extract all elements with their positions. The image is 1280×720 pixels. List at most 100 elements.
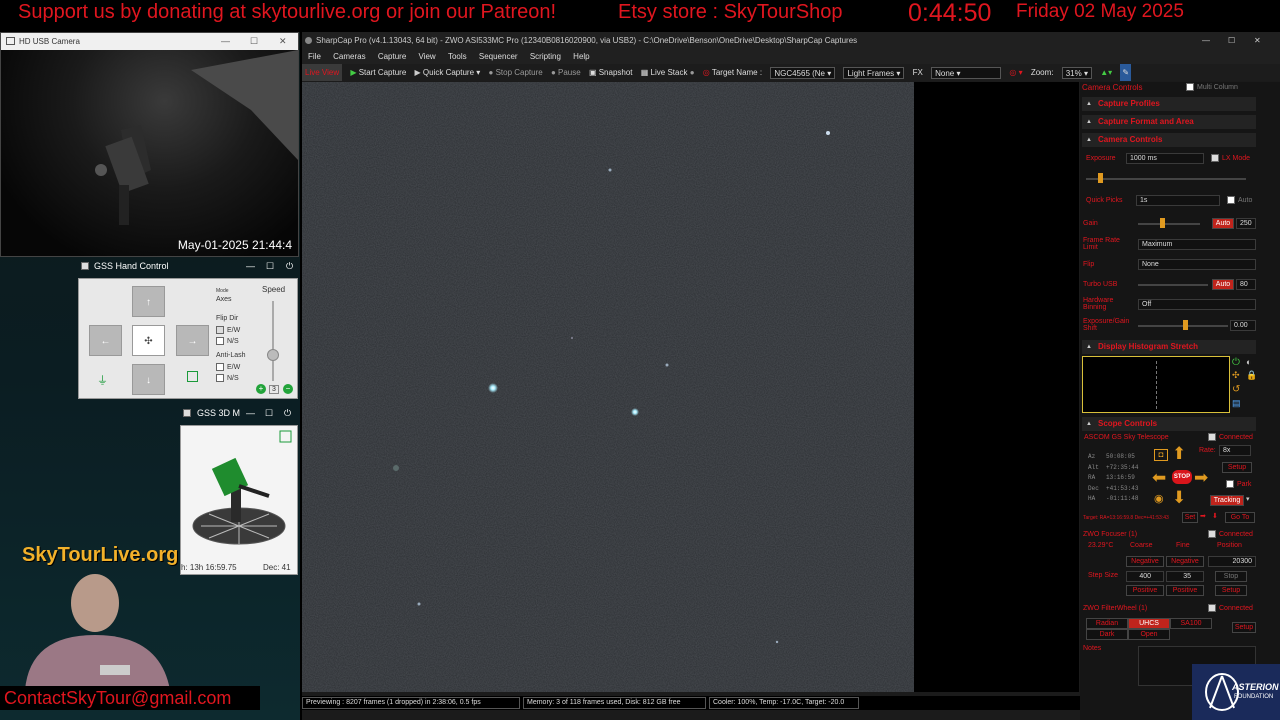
live-stack-button[interactable]: ▦ Live Stack ●	[641, 64, 695, 81]
start-capture-button[interactable]: ▶ Start Capture	[350, 64, 406, 81]
frame-type-select[interactable]: Light Frames ▾	[843, 66, 905, 79]
focuser-setup-button[interactable]: Setup	[1215, 585, 1247, 596]
gss-3d-checkbox[interactable]	[183, 409, 191, 417]
menu-scripting[interactable]: Scripting	[530, 52, 561, 61]
filter-sa100-button[interactable]: SA100	[1170, 618, 1212, 629]
filter-dark-button[interactable]: Dark	[1086, 629, 1128, 640]
live-preview-image[interactable]	[302, 82, 914, 692]
tracking-button[interactable]: Tracking	[1210, 495, 1244, 506]
maximize-icon[interactable]: ☐	[266, 258, 274, 274]
section-capture-format[interactable]: Capture Format and Area	[1082, 115, 1256, 129]
quick-capture-button[interactable]: ▶ Quick Capture ▾	[415, 64, 481, 81]
exposure-slider-knob[interactable]	[1098, 173, 1103, 183]
south-button[interactable]: ↓	[132, 364, 165, 395]
arrow-right-icon[interactable]: ➡	[1200, 512, 1206, 520]
west-button[interactable]: ←	[89, 325, 122, 356]
turbo-value[interactable]: 80	[1236, 279, 1256, 290]
hd-camera-window[interactable]: HD USB Camera — ☐ ✕ May-01-2025 21:44:4	[0, 32, 299, 257]
turbo-usb-slider[interactable]	[1138, 284, 1208, 286]
park-checkbox[interactable]: Park	[1226, 480, 1251, 488]
minimize-icon[interactable]: —	[246, 258, 255, 274]
live-view-button[interactable]: Live View	[302, 64, 343, 81]
gain-auto-button[interactable]: Auto	[1212, 218, 1234, 229]
histogram-contrast-icon[interactable]: ◐	[1246, 357, 1251, 367]
histogram-power-icon[interactable]: ⏻	[1232, 357, 1240, 368]
power-icon[interactable]: ⏻	[284, 405, 291, 421]
fine-positive-button[interactable]: Positive	[1166, 585, 1204, 596]
filter-open-button[interactable]: Open	[1128, 629, 1170, 640]
filterwheel-setup-button[interactable]: Setup	[1232, 622, 1256, 633]
coarse-positive-button[interactable]: Positive	[1126, 585, 1164, 596]
rate-select[interactable]: 8x	[1219, 445, 1251, 456]
slew-stop-button[interactable]: STOP	[1172, 470, 1192, 484]
fine-step-input[interactable]: 35	[1166, 571, 1204, 582]
menu-sequencer[interactable]: Sequencer	[479, 52, 518, 61]
lock-icon[interactable]: 🔒	[1246, 370, 1257, 381]
north-button[interactable]: ↑	[132, 286, 165, 317]
menu-view[interactable]: View	[419, 52, 436, 61]
east-button[interactable]: →	[176, 325, 209, 356]
close-icon[interactable]: ✕	[279, 33, 287, 50]
quick-picks-select[interactable]: 1s	[1136, 195, 1220, 206]
quick-picks-auto[interactable]: Auto	[1227, 196, 1252, 204]
filter-radian-button[interactable]: Radian	[1086, 618, 1128, 629]
lx-mode-checkbox[interactable]: LX Mode	[1211, 154, 1250, 162]
gain-slider[interactable]	[1138, 223, 1200, 225]
focuser-connected-checkbox[interactable]: Connected	[1208, 530, 1253, 538]
center-scope-icon[interactable]: ◉	[1154, 492, 1164, 505]
power-icon[interactable]: ⏻	[286, 258, 293, 274]
flip-ns-checkbox[interactable]: N/S	[216, 337, 239, 345]
gss-hand-titlebar[interactable]: GSS Hand Control — ☐ ⏻	[78, 258, 300, 274]
fine-negative-button[interactable]: Negative	[1166, 556, 1204, 567]
scope-setup-button[interactable]: Setup	[1222, 462, 1252, 473]
sharpcap-titlebar[interactable]: SharpCap Pro (v4.1.13043, 64 bit) - ZWO …	[302, 32, 1280, 49]
center-button[interactable]: ✣	[132, 325, 165, 356]
slew-north-button[interactable]: ⬆	[1172, 444, 1186, 464]
histogram-icon[interactable]: ▲▾	[1100, 64, 1112, 81]
maximize-icon[interactable]: ☐	[1228, 32, 1235, 49]
exp-gain-slider-knob[interactable]	[1183, 320, 1188, 330]
histogram-display[interactable]	[1082, 356, 1230, 413]
hd-camera-titlebar[interactable]: HD USB Camera — ☐ ✕	[1, 33, 298, 50]
antilash-ns-checkbox[interactable]: N/S	[216, 374, 239, 382]
close-icon[interactable]: ✕	[1254, 32, 1261, 49]
coarse-step-input[interactable]: 400	[1126, 571, 1164, 582]
minimize-icon[interactable]: —	[1202, 32, 1210, 49]
histogram-auto-icon[interactable]: ✣	[1232, 370, 1240, 381]
filter-uhcs-button[interactable]: UHCS	[1128, 618, 1170, 629]
gss-3d-titlebar[interactable]: GSS 3D M — ☐ ⏻	[180, 405, 300, 421]
slew-park-icon[interactable]: ◘	[1154, 449, 1168, 461]
plug-icon[interactable]: ⏚	[97, 372, 108, 388]
menu-capture[interactable]: Capture	[378, 52, 406, 61]
gss-hand-checkbox[interactable]	[81, 262, 89, 270]
frame-rate-select[interactable]: Maximum	[1138, 239, 1256, 250]
focuser-position[interactable]: 20300	[1208, 556, 1256, 567]
section-camera-controls[interactable]: Camera Controls	[1082, 133, 1256, 147]
gain-slider-knob[interactable]	[1160, 218, 1165, 228]
section-capture-profiles[interactable]: Capture Profiles	[1082, 97, 1256, 111]
menu-tools[interactable]: Tools	[448, 52, 467, 61]
speed-slider-knob[interactable]	[267, 349, 279, 361]
speed-decrease-button[interactable]: −	[283, 384, 293, 394]
turbo-auto-button[interactable]: Auto	[1212, 279, 1234, 290]
fx-select[interactable]: None ▾	[931, 66, 1002, 79]
section-scope-controls[interactable]: Scope Controls	[1082, 417, 1256, 431]
exp-gain-value[interactable]: 0.00	[1230, 320, 1256, 331]
reticle-icon[interactable]: ◎ ▾	[1009, 64, 1022, 81]
gss-3d-model-window[interactable]: GSS 3D M — ☐ ⏻ h: 13h 16:59.75 Dec: 41	[180, 405, 300, 575]
section-histogram[interactable]: Display Histogram Stretch	[1082, 340, 1256, 354]
menu-help[interactable]: Help	[573, 52, 589, 61]
exposure-input[interactable]: 1000 ms	[1126, 153, 1204, 164]
speed-slider-track[interactable]	[272, 301, 274, 381]
target-name-input[interactable]: NGC4565 (Ne ▾	[770, 66, 836, 79]
snapshot-button[interactable]: ▣ Snapshot	[589, 64, 633, 81]
maximize-icon[interactable]: ☐	[250, 33, 258, 50]
sync-icon[interactable]	[187, 371, 198, 382]
brush-icon[interactable]: ✎	[1120, 64, 1132, 81]
minimize-icon[interactable]: —	[246, 405, 255, 421]
hw-binning-select[interactable]: Off	[1138, 299, 1256, 310]
filterwheel-connected-checkbox[interactable]: Connected	[1208, 604, 1253, 612]
menu-cameras[interactable]: Cameras	[333, 52, 365, 61]
speed-increase-button[interactable]: +	[256, 384, 266, 394]
stop-capture-button[interactable]: ● Stop Capture	[489, 64, 543, 81]
